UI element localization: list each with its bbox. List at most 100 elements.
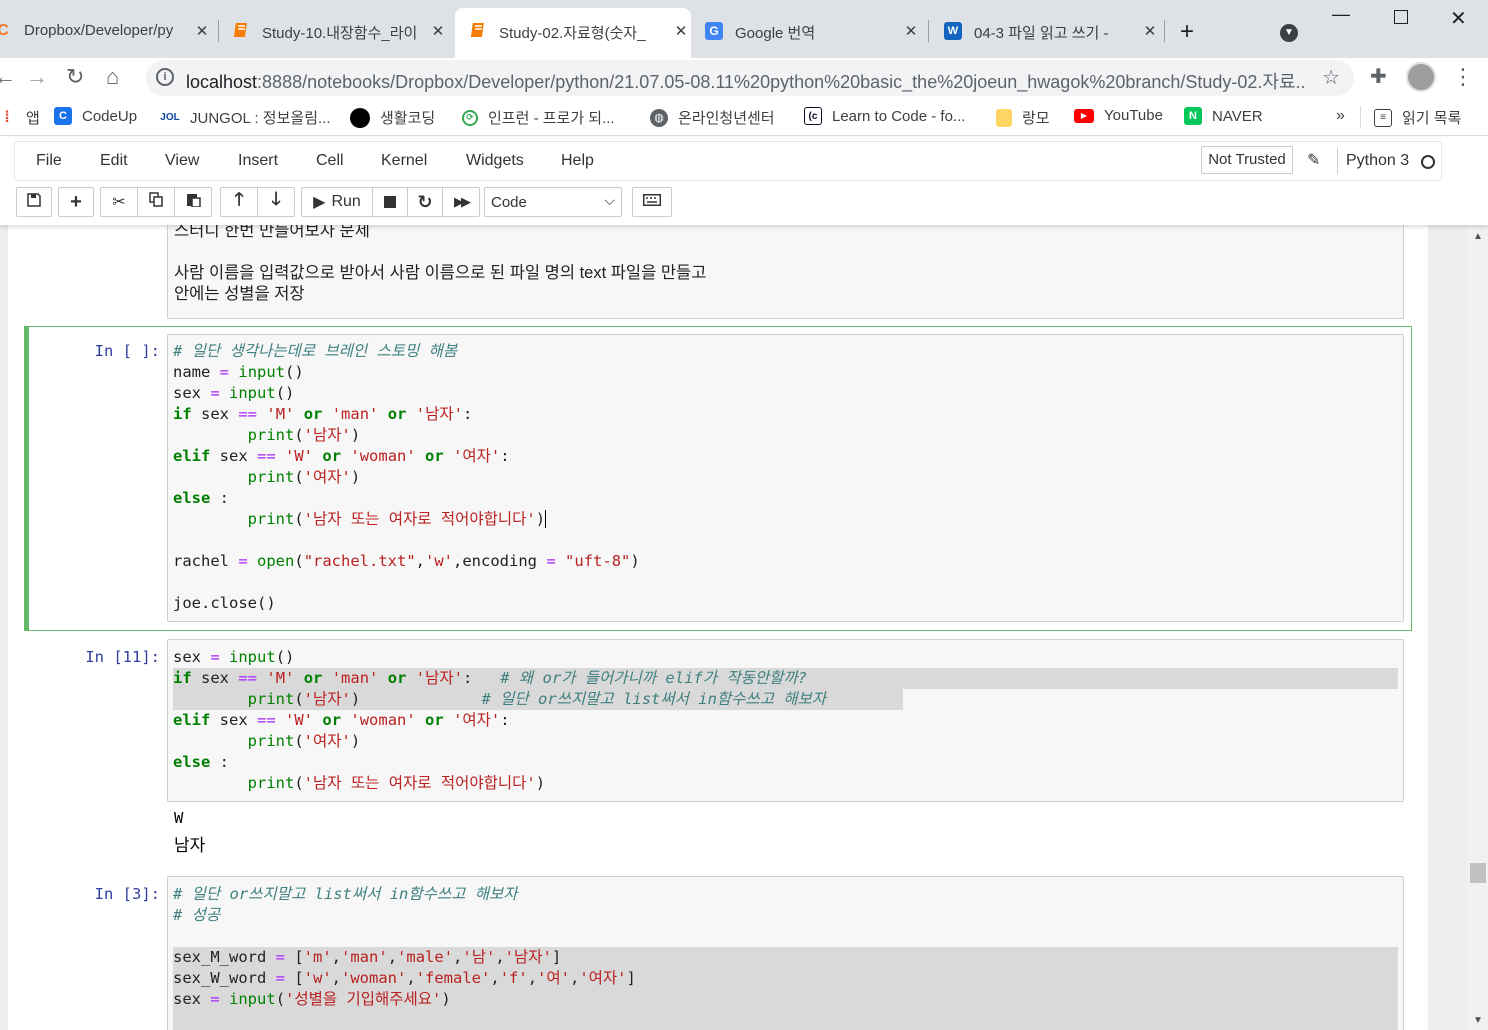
menu-file[interactable]: File — [36, 152, 62, 170]
arrow-up-icon: 🡑 — [234, 189, 244, 209]
move-up-button[interactable]: 🡑 — [220, 187, 258, 217]
menu-widgets[interactable]: Widgets — [466, 152, 524, 170]
bookmarks-bar: ⁞ 앱 C CodeUp JOL JUNGOL : 정보올림... 생활코딩 ⟳… — [0, 98, 1488, 136]
bookmark-opentutorials[interactable]: 생활코딩 — [350, 107, 435, 128]
browser-tab-strip: C Dropbox/Developer/py ✕ Study-10.내장함수_라… — [0, 0, 1488, 58]
browser-tab[interactable]: W 04-3 파일 읽고 쓰기 - ✕ — [934, 8, 1160, 58]
code-cell-editor[interactable]: sex = input() if sex == 'M' or 'man' or … — [167, 639, 1404, 802]
bookmark-apps[interactable]: ⁞ 앱 — [0, 107, 39, 128]
markdown-line: 사람 이름을 입력값으로 받아서 사람 이름으로 된 파일 명의 text 파일… — [174, 264, 707, 282]
vertical-scrollbar[interactable]: ▲ ▼ — [1468, 225, 1488, 1030]
fast-forward-icon: ▶▶ — [454, 194, 471, 209]
notebook-container: 스터디 한번 만들어보자 문제 사람 이름을 입력값으로 받아서 사람 이름으로… — [0, 225, 1488, 1030]
profile-avatar[interactable] — [1406, 62, 1436, 92]
edit-pencil-icon[interactable]: ✎ — [1307, 150, 1320, 170]
browser-tab[interactable]: G Google 번역 ✕ — [695, 8, 921, 58]
reading-list-icon: ≡ — [1374, 108, 1392, 127]
notebook-icon — [469, 22, 487, 40]
wikidocs-icon: W — [944, 22, 962, 40]
code-line: # 성공 — [173, 906, 221, 924]
url-text[interactable]: localhost:8888/notebooks/Dropbox/Develop… — [186, 68, 1306, 94]
scissors-icon: ✂ — [112, 194, 126, 211]
code-line: elif sex == 'W' or 'woman' or '여자': — [173, 711, 510, 729]
scroll-up-icon[interactable]: ▲ — [1473, 231, 1483, 242]
more-menu-icon[interactable]: ⋮ — [1452, 64, 1474, 90]
close-window-icon[interactable]: ✕ — [1450, 6, 1467, 31]
insert-cell-button[interactable]: + — [58, 187, 94, 217]
interrupt-button[interactable] — [372, 187, 408, 217]
back-icon[interactable]: ← — [0, 64, 16, 90]
chevron-down-icon: ⌵ — [604, 192, 615, 208]
tab-search-icon[interactable]: ▼ — [1280, 24, 1298, 42]
menu-cell[interactable]: Cell — [316, 152, 344, 170]
menu-edit[interactable]: Edit — [100, 152, 128, 170]
cell-type-select[interactable]: Code ⌵ — [484, 187, 622, 217]
plus-icon: + — [70, 190, 82, 213]
bookmarks-overflow[interactable]: » — [1336, 107, 1345, 125]
bookmark-youth-center[interactable]: ◍ 온라인청년센터 — [650, 107, 775, 128]
code-cell-editor[interactable]: # 일단 or쓰지말고 list써서 in함수쓰고 해보자 # 성공 sex_M… — [167, 876, 1404, 1030]
jupyter-icon: C — [0, 22, 9, 39]
menu-insert[interactable]: Insert — [238, 152, 278, 170]
paste-icon — [186, 192, 201, 212]
browser-tab[interactable]: C Dropbox/Developer/py ✕ — [0, 8, 212, 58]
code-line: elif sex == 'W' or 'woman' or '여자': — [173, 447, 510, 465]
close-tab-icon[interactable]: ✕ — [901, 22, 921, 40]
forward-icon[interactable]: → — [26, 64, 48, 90]
close-tab-icon[interactable]: ✕ — [192, 22, 212, 40]
close-tab-icon[interactable]: ✕ — [428, 22, 448, 40]
google-translate-icon: G — [705, 22, 723, 40]
inflearn-icon: ⟳ — [462, 109, 478, 126]
close-tab-icon[interactable]: ✕ — [1140, 22, 1160, 40]
code-line: print('남자 또는 여자로 적어야합니다') — [247, 774, 546, 792]
bookmark-jungol[interactable]: JOL JUNGOL : 정보올림... — [160, 107, 330, 128]
address-bar[interactable]: i localhost:8888/notebooks/Dropbox/Devel… — [146, 60, 1354, 96]
command-palette-button[interactable] — [632, 187, 672, 217]
run-button[interactable]: ▶ Run — [301, 187, 373, 217]
bookmark-freecodecamp[interactable]: (c Learn to Code - fo... — [804, 107, 965, 125]
play-icon: ▶ — [313, 194, 326, 211]
restart-run-all-button[interactable]: ▶▶ — [442, 187, 480, 217]
bookmark-codeup[interactable]: C CodeUp — [54, 107, 137, 125]
markdown-cell[interactable]: 스터디 한번 만들어보자 문제 사람 이름을 입력값으로 받아서 사람 이름으로… — [167, 225, 1404, 319]
bookmark-youtube[interactable]: ▶ YouTube — [1074, 107, 1163, 124]
jupyter-header: File Edit View Insert Cell Kernel Widget… — [0, 137, 1488, 225]
tab-separator — [1164, 20, 1165, 42]
code-line: # 일단 or쓰지말고 list써서 in함수쓰고 해보자 — [173, 885, 518, 903]
cut-button[interactable]: ✂ — [100, 187, 138, 217]
save-button[interactable] — [16, 187, 52, 217]
browser-tab-active[interactable]: Study-02.자료형(숫자_ ✕ — [455, 8, 691, 58]
move-down-button[interactable]: 🡓 — [257, 187, 295, 217]
browser-tab[interactable]: Study-10.내장함수_라이 ✕ — [222, 8, 448, 58]
close-tab-icon[interactable]: ✕ — [671, 22, 691, 40]
minimize-icon[interactable]: — — [1332, 4, 1350, 25]
address-toolbar: ← → ↻ ⌂ i localhost:8888/notebooks/Dropb… — [0, 58, 1488, 98]
copy-button[interactable] — [137, 187, 175, 217]
globe-icon: ◍ — [650, 108, 668, 127]
cell-output-line: 남자 — [174, 836, 206, 856]
reload-icon[interactable]: ↻ — [66, 64, 84, 90]
codeup-icon: C — [54, 107, 72, 125]
menu-help[interactable]: Help — [561, 152, 594, 170]
new-tab-button[interactable]: + — [1180, 18, 1194, 46]
bookmark-naver[interactable]: N NAVER — [1184, 107, 1263, 125]
code-line: name = input() — [173, 363, 304, 381]
save-icon — [27, 192, 41, 212]
site-info-icon[interactable]: i — [156, 68, 174, 86]
menu-view[interactable]: View — [165, 152, 199, 170]
scroll-down-icon[interactable]: ▼ — [1473, 1015, 1483, 1026]
bookmark-folder[interactable]: 랑모 — [996, 107, 1050, 128]
maximize-icon[interactable] — [1394, 10, 1408, 24]
paste-button[interactable] — [174, 187, 212, 217]
menu-kernel[interactable]: Kernel — [381, 152, 427, 170]
restart-button[interactable]: ↻ — [407, 187, 443, 217]
reading-list[interactable]: ≡ 읽기 목록 — [1374, 107, 1461, 128]
bookmark-divider — [1360, 106, 1361, 128]
bookmark-inflearn[interactable]: ⟳ 인프런 - 프로가 되... — [462, 107, 615, 128]
extensions-icon[interactable]: ✚ — [1370, 64, 1387, 89]
scrollbar-thumb[interactable] — [1470, 863, 1486, 883]
trust-button[interactable]: Not Trusted — [1201, 146, 1293, 174]
bookmark-star-icon[interactable]: ☆ — [1322, 65, 1340, 90]
home-icon[interactable]: ⌂ — [106, 64, 119, 90]
code-cell-editor[interactable]: # 일단 생각나는데로 브레인 스토밍 해봄 name = input() se… — [167, 334, 1404, 622]
